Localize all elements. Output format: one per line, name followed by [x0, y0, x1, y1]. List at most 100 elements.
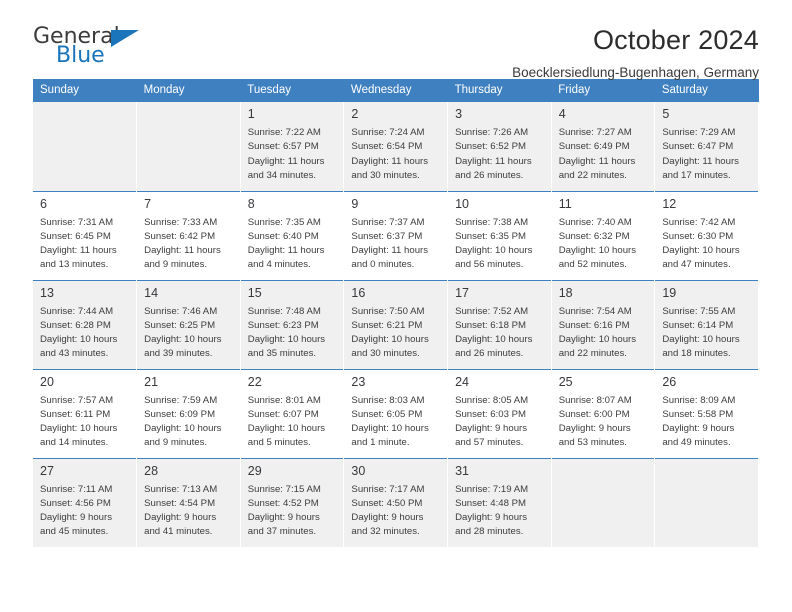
day-cell[interactable]: 23 Sunrise: 8:03 AM Sunset: 6:05 PM Dayl…: [343, 369, 449, 458]
daylight-text-line2: and 41 minutes.: [144, 526, 213, 538]
sunrise-text: Sunrise: 7:22 AM: [247, 127, 321, 139]
day-cell[interactable]: 25 Sunrise: 8:07 AM Sunset: 6:00 PM Dayl…: [551, 369, 656, 458]
daylight-text-line1: Daylight: 9 hours: [144, 512, 217, 524]
sunset-text: Sunset: 6:07 PM: [247, 408, 319, 420]
sunrise-text: Sunrise: 7:48 AM: [247, 305, 321, 317]
day-cell[interactable]: 20 Sunrise: 7:57 AM Sunset: 6:11 PM Dayl…: [33, 369, 138, 458]
calendar-header-row: Sunday Monday Tuesday Wednesday Thursday…: [33, 79, 759, 102]
sunrise-text: Sunrise: 7:17 AM: [351, 483, 425, 495]
sunset-text: Sunset: 6:32 PM: [558, 230, 630, 242]
day-cell[interactable]: 24 Sunrise: 8:05 AM Sunset: 6:03 PM Dayl…: [447, 369, 552, 458]
daylight-text-line1: Daylight: 9 hours: [455, 512, 528, 524]
sunrise-text: Sunrise: 7:24 AM: [351, 127, 425, 139]
day-number: 19: [662, 285, 677, 300]
day-cell[interactable]: 10 Sunrise: 7:38 AM Sunset: 6:35 PM Dayl…: [447, 191, 552, 280]
day-details: Sunrise: 7:44 AM Sunset: 6:28 PM Dayligh…: [40, 305, 130, 361]
day-cell[interactable]: 22 Sunrise: 8:01 AM Sunset: 6:07 PM Dayl…: [240, 369, 345, 458]
sunrise-text: Sunrise: 7:19 AM: [455, 483, 529, 495]
day-cell[interactable]: 4 Sunrise: 7:27 AM Sunset: 6:49 PM Dayli…: [551, 102, 656, 191]
day-number: 16: [351, 285, 366, 300]
sunset-text: Sunset: 6:11 PM: [40, 408, 111, 420]
daylight-text-line2: and 52 minutes.: [558, 259, 627, 271]
sunrise-text: Sunrise: 7:54 AM: [558, 305, 632, 317]
day-cell[interactable]: 2 Sunrise: 7:24 AM Sunset: 6:54 PM Dayli…: [343, 102, 449, 191]
day-cell[interactable]: 12 Sunrise: 7:42 AM Sunset: 6:30 PM Dayl…: [654, 191, 759, 280]
day-cell[interactable]: 15 Sunrise: 7:48 AM Sunset: 6:23 PM Dayl…: [240, 280, 345, 369]
day-cell[interactable]: 27 Sunrise: 7:11 AM Sunset: 4:56 PM Dayl…: [33, 458, 138, 547]
daylight-text-line1: Daylight: 11 hours: [662, 155, 739, 167]
daylight-text-line1: Daylight: 10 hours: [455, 334, 533, 346]
sunset-text: Sunset: 6:42 PM: [144, 230, 216, 242]
daylight-text-line2: and 30 minutes.: [351, 169, 420, 181]
daylight-text-line2: and 26 minutes.: [455, 169, 524, 181]
daylight-text-line1: Daylight: 10 hours: [558, 245, 637, 257]
day-cell-empty: [33, 102, 138, 191]
daylight-text-line2: and 32 minutes.: [351, 526, 420, 538]
day-number: 11: [558, 196, 572, 211]
day-details: Sunrise: 7:46 AM Sunset: 6:25 PM Dayligh…: [144, 305, 234, 361]
day-number: 26: [662, 374, 677, 389]
day-cell[interactable]: 14 Sunrise: 7:46 AM Sunset: 6:25 PM Dayl…: [136, 280, 241, 369]
sunset-text: Sunset: 6:57 PM: [247, 141, 319, 153]
sunset-text: Sunset: 6:52 PM: [455, 141, 526, 153]
day-cell[interactable]: 11 Sunrise: 7:40 AM Sunset: 6:32 PM Dayl…: [551, 191, 656, 280]
day-cell[interactable]: 31 Sunrise: 7:19 AM Sunset: 4:48 PM Dayl…: [447, 458, 552, 547]
day-details: Sunrise: 7:11 AM Sunset: 4:56 PM Dayligh…: [40, 483, 130, 539]
daylight-text-line1: Daylight: 9 hours: [351, 512, 424, 524]
day-cell[interactable]: 5 Sunrise: 7:29 AM Sunset: 6:47 PM Dayli…: [654, 102, 759, 191]
day-cell[interactable]: 28 Sunrise: 7:13 AM Sunset: 4:54 PM Dayl…: [136, 458, 241, 547]
sunrise-text: Sunrise: 7:37 AM: [351, 216, 425, 228]
daylight-text-line2: and 18 minutes.: [662, 348, 731, 360]
day-details: Sunrise: 7:17 AM Sunset: 4:50 PM Dayligh…: [351, 483, 441, 539]
day-cell[interactable]: 13 Sunrise: 7:44 AM Sunset: 6:28 PM Dayl…: [33, 280, 138, 369]
daylight-text-line2: and 1 minute.: [351, 437, 410, 449]
sunrise-text: Sunrise: 8:01 AM: [247, 394, 321, 406]
day-cell[interactable]: 21 Sunrise: 7:59 AM Sunset: 6:09 PM Dayl…: [136, 369, 241, 458]
daylight-text-line1: Daylight: 11 hours: [247, 245, 325, 257]
daylight-text-line2: and 35 minutes.: [247, 348, 317, 360]
sunrise-text: Sunrise: 7:26 AM: [455, 127, 529, 139]
day-cell[interactable]: 17 Sunrise: 7:52 AM Sunset: 6:18 PM Dayl…: [447, 280, 552, 369]
sunrise-text: Sunrise: 7:31 AM: [40, 216, 114, 228]
day-cell[interactable]: 18 Sunrise: 7:54 AM Sunset: 6:16 PM Dayl…: [551, 280, 656, 369]
sunset-text: Sunset: 6:09 PM: [144, 408, 216, 420]
brand-logo[interactable]: General Blue: [33, 26, 163, 74]
day-cell[interactable]: 3 Sunrise: 7:26 AM Sunset: 6:52 PM Dayli…: [447, 102, 552, 191]
day-cell[interactable]: 26 Sunrise: 8:09 AM Sunset: 5:58 PM Dayl…: [654, 369, 759, 458]
day-number: 9: [351, 196, 359, 211]
day-number: 4: [558, 107, 566, 121]
day-number: 28: [144, 463, 159, 478]
day-cell[interactable]: 1 Sunrise: 7:22 AM Sunset: 6:57 PM Dayli…: [240, 102, 345, 191]
day-cell[interactable]: 16 Sunrise: 7:50 AM Sunset: 6:21 PM Dayl…: [343, 280, 449, 369]
day-details: Sunrise: 8:09 AM Sunset: 5:58 PM Dayligh…: [662, 394, 752, 450]
sunset-text: Sunset: 6:35 PM: [455, 230, 526, 242]
title-block: October 2024 Boecklersiedlung-Bugenhagen…: [512, 25, 759, 79]
day-cell-empty: [654, 458, 759, 547]
day-cell[interactable]: 19 Sunrise: 7:55 AM Sunset: 6:14 PM Dayl…: [654, 280, 759, 369]
day-number: 6: [40, 196, 47, 211]
daylight-text-line2: and 39 minutes.: [144, 348, 213, 360]
daylight-text-line2: and 22 minutes.: [558, 348, 627, 360]
day-cell[interactable]: 7 Sunrise: 7:33 AM Sunset: 6:42 PM Dayli…: [136, 191, 241, 280]
daylight-text-line2: and 30 minutes.: [351, 348, 420, 360]
day-number: 21: [144, 374, 159, 389]
sunrise-text: Sunrise: 8:07 AM: [558, 394, 632, 406]
day-number: 29: [247, 463, 262, 478]
day-cell[interactable]: 29 Sunrise: 7:15 AM Sunset: 4:52 PM Dayl…: [240, 458, 345, 547]
daylight-text-line2: and 34 minutes.: [247, 169, 317, 181]
weekday-header-sunday: Sunday: [33, 79, 137, 102]
day-cell[interactable]: 30 Sunrise: 7:17 AM Sunset: 4:50 PM Dayl…: [343, 458, 449, 547]
page-header: General Blue October 2024 Boecklersiedlu…: [33, 0, 759, 79]
sunset-text: Sunset: 4:48 PM: [455, 497, 526, 509]
day-cell[interactable]: 6 Sunrise: 7:31 AM Sunset: 6:45 PM Dayli…: [33, 191, 138, 280]
sunset-text: Sunset: 6:30 PM: [662, 230, 734, 242]
calendar-table: Sunday Monday Tuesday Wednesday Thursday…: [33, 79, 759, 547]
sunrise-text: Sunrise: 7:52 AM: [455, 305, 529, 317]
daylight-text-line2: and 4 minutes.: [247, 259, 311, 271]
day-cell-empty: [136, 102, 241, 191]
sunrise-text: Sunrise: 8:03 AM: [351, 394, 425, 406]
day-number: 13: [40, 285, 54, 300]
day-cell[interactable]: 8 Sunrise: 7:35 AM Sunset: 6:40 PM Dayli…: [240, 191, 345, 280]
day-cell[interactable]: 9 Sunrise: 7:37 AM Sunset: 6:37 PM Dayli…: [343, 191, 449, 280]
day-number: 20: [40, 374, 54, 389]
